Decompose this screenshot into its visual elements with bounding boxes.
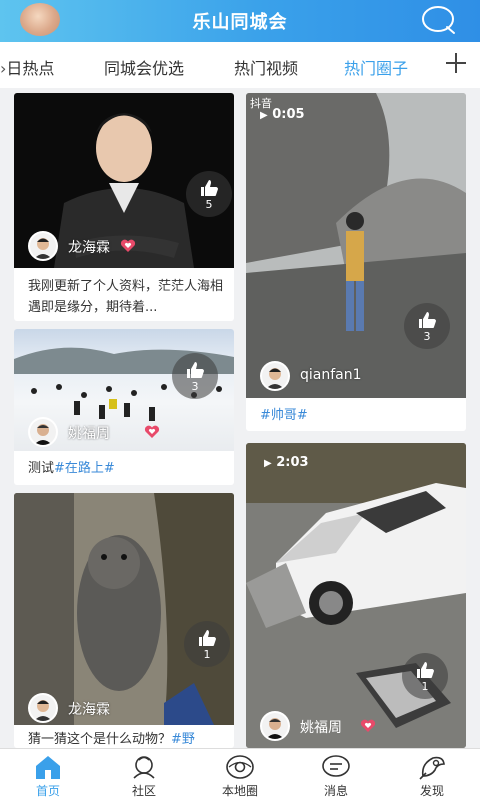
post-card[interactable]: 1 龙海霖 猜一猜这个是什么动物？#野 [14,493,234,748]
thumbs-up-icon [419,312,436,328]
thumbs-up-icon [417,662,434,678]
thumbs-up-icon [199,630,216,646]
post-author[interactable]: 姚福周 [260,711,460,741]
user-avatar [28,693,58,723]
nav-label: 首页 [35,784,60,798]
caption-text: 测试 [28,461,55,476]
post-caption: 测试#在路上# [28,458,224,479]
post-image: 1 龙海霖 [14,493,234,725]
tab-label: 日热点 [6,59,55,78]
like-count: 5 [205,198,213,211]
like-count: 1 [203,648,211,661]
post-author[interactable]: qianfan1 [260,361,400,391]
username: qianfan1 [300,367,362,383]
nav-label: 社区 [131,784,156,798]
post-card[interactable]: 3 姚福周 测试#在路上# [14,329,234,485]
video-duration: ▶ 2:03 [264,455,309,470]
topic-tag[interactable]: #野 [171,732,195,747]
user-avatar [28,417,58,447]
like-button[interactable]: 1 [402,653,448,699]
post-image: ▶ 2:03 1 姚福周 [246,443,466,748]
nav-home[interactable]: 首页 [0,749,96,800]
nav-messages[interactable]: 消息 [288,749,384,800]
post-caption: #帅哥# [260,405,456,426]
post-author[interactable]: 龙海霖 [28,231,168,261]
post-image: 5 龙海霖 [14,93,234,268]
app-screen: 乐山同城会 ›日热点 同城会优选 热门视频 热门圈子 5 龙海霖 我刚更新了个人… [0,0,480,800]
top-bar: 乐山同城会 [0,0,480,42]
heart-icon[interactable] [360,719,376,733]
username: 龙海霖 [68,240,110,256]
like-count: 1 [421,680,429,693]
community-icon [133,756,155,779]
app-title: 乐山同城会 [192,12,288,33]
discover-icon [419,756,445,780]
user-avatar [28,231,58,261]
category-tabs: ›日热点 同城会优选 热门视频 热门圈子 [0,42,480,88]
message-icon [322,755,350,777]
post-card[interactable]: 5 龙海霖 我刚更新了个人资料，茫茫人海相遇即是缘分，期待着... [14,93,234,321]
user-avatar [260,361,290,391]
home-icon [36,756,60,779]
post-image: 3 姚福周 [14,329,234,451]
like-count: 3 [191,380,199,393]
post-author[interactable]: 龙海霖 [28,693,168,723]
username: 姚福周 [68,426,110,442]
like-button[interactable]: 3 [172,353,218,399]
username: 龙海霖 [68,702,110,718]
bottom-navigation: 首页 社区 本地圈 消息 发现 [0,748,480,800]
tab-hot-circles[interactable]: 热门圈子 [344,55,408,79]
user-avatar [260,711,290,741]
video-post-card[interactable]: 抖音 ▶ 0:05 3 qianfan1 #帅哥# [246,93,466,431]
heart-icon[interactable] [120,239,136,253]
search-button[interactable] [421,5,457,35]
username: 姚福周 [300,720,342,736]
play-icon: ▶ [260,110,268,121]
video-post-card[interactable]: ▶ 2:03 1 姚福周 [246,443,466,748]
nav-local-circle[interactable]: 本地圈 [192,749,288,800]
nav-label: 发现 [419,784,444,798]
thumbs-up-icon [201,180,218,196]
post-caption: 猜一猜这个是什么动物？#野 [28,729,224,748]
tab-daily-hot[interactable]: ›日热点 [0,55,54,79]
tab-featured[interactable]: 同城会优选 [104,55,184,79]
local-circle-icon [226,755,254,779]
post-author[interactable]: 姚福周 [28,417,168,447]
like-count: 3 [423,330,431,343]
post-image: 抖音 ▶ 0:05 3 qianfan1 [246,93,466,398]
nav-label: 消息 [323,784,348,798]
heart-icon[interactable] [144,425,160,439]
topic-tag[interactable]: #在路上# [54,461,115,476]
like-button[interactable]: 1 [184,621,230,667]
plus-icon [446,53,466,73]
add-tab-button[interactable] [443,50,469,76]
search-icon [422,6,455,34]
play-icon: ▶ [264,458,272,469]
nav-community[interactable]: 社区 [96,749,192,800]
thumbs-up-icon [187,362,204,378]
nav-label: 本地圈 [221,784,258,798]
caption-text: 猜一猜这个是什么动物？ [28,732,172,747]
post-caption: 我刚更新了个人资料，茫茫人海相遇即是缘分，期待着... [28,279,224,315]
duration-text: 0:05 [272,107,305,122]
video-duration: ▶ 0:05 [260,107,305,122]
like-button[interactable]: 3 [404,303,450,349]
topic-tag[interactable]: #帅哥# [260,408,308,423]
tab-hot-videos[interactable]: 热门视频 [234,55,298,79]
duration-text: 2:03 [276,455,309,470]
like-button[interactable]: 5 [186,171,232,217]
nav-discover[interactable]: 发现 [384,749,480,800]
